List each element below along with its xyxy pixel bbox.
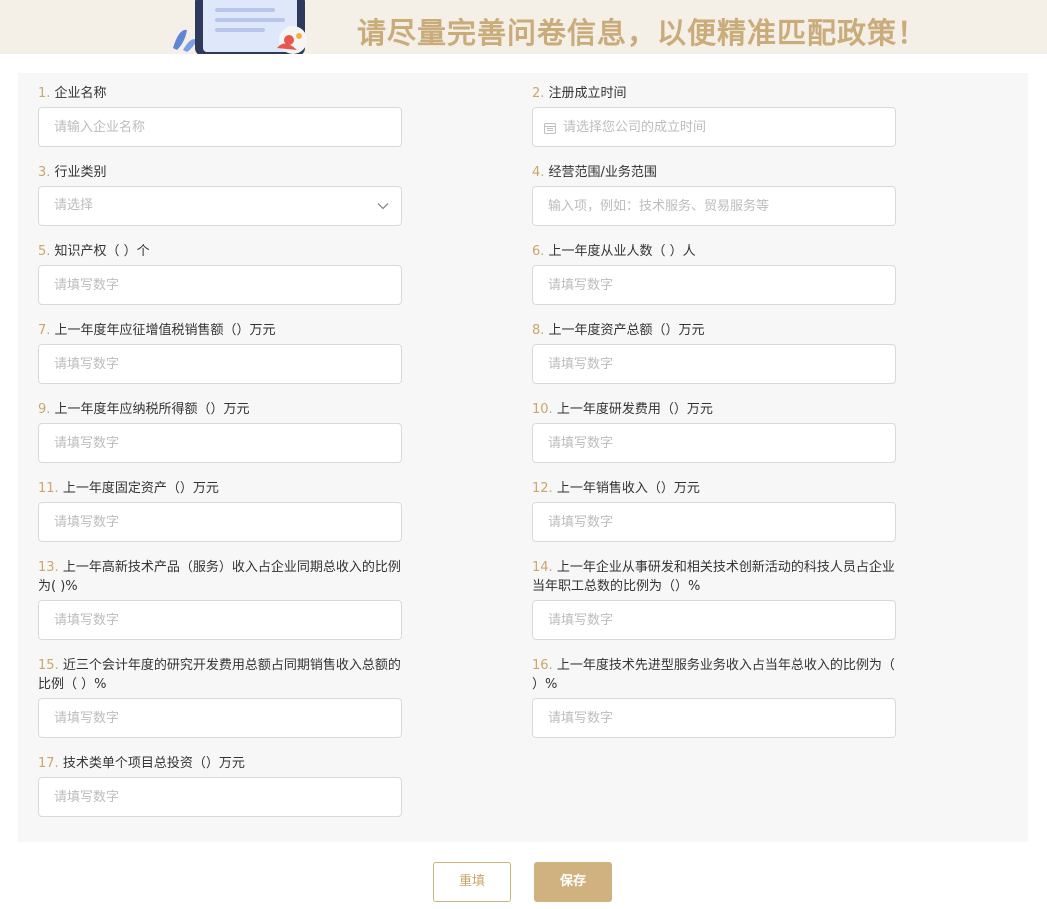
field-label: 10. 上一年度研发费用（）万元 xyxy=(532,402,713,417)
field-label: 14. 上一年企业从事研发和相关技术创新活动的科技人员占企业当年职工总数的比例为… xyxy=(532,560,895,594)
ip-count-input[interactable] xyxy=(39,266,401,304)
hitech-revenue-ratio-input[interactable] xyxy=(39,601,401,639)
input-box[interactable] xyxy=(532,344,896,384)
field-fixed-assets: 11. 上一年度固定资产（）万元 xyxy=(38,479,402,542)
field-taxable-income: 9. 上一年度年应纳税所得额（）万元 xyxy=(38,400,402,463)
taxable-income-input[interactable] xyxy=(39,424,401,462)
field-sales-revenue: 12. 上一年销售收入（）万元 xyxy=(532,479,896,542)
field-label: 17. 技术类单个项目总投资（）万元 xyxy=(38,756,245,771)
select-placeholder: 请选择 xyxy=(54,198,94,213)
field-label: 1. 企业名称 xyxy=(38,86,107,101)
save-button[interactable]: 保存 xyxy=(534,862,612,902)
rd-expense-ratio-input[interactable] xyxy=(39,699,401,737)
field-rd-expense: 10. 上一年度研发费用（）万元 xyxy=(532,400,896,463)
input-box[interactable] xyxy=(38,344,402,384)
field-label: 9. 上一年度年应纳税所得额（）万元 xyxy=(38,402,250,417)
input-box[interactable] xyxy=(532,423,896,463)
field-business-scope: 4. 经营范围/业务范围 xyxy=(532,163,896,226)
company-name-input[interactable] xyxy=(39,108,401,146)
document-illustration-icon xyxy=(173,0,307,54)
field-label: 7. 上一年度年应征增值税销售额（）万元 xyxy=(38,323,276,338)
top-banner: 请尽量完善问卷信息，以便精准匹配政策！ xyxy=(0,0,1047,54)
input-box[interactable] xyxy=(38,600,402,640)
field-label: 11. 上一年度固定资产（）万元 xyxy=(38,481,219,496)
input-box[interactable] xyxy=(532,698,896,738)
field-registration-date: 2. 注册成立时间 xyxy=(532,84,896,147)
input-box[interactable] xyxy=(532,107,896,147)
field-label: 15. 近三个会计年度的研究开发费用总额占同期销售收入总额的比例（ ）% xyxy=(38,658,401,692)
field-project-investment: 17. 技术类单个项目总投资（）万元 xyxy=(38,754,402,817)
project-investment-input[interactable] xyxy=(39,778,401,816)
chevron-down-icon xyxy=(377,203,389,210)
business-scope-input[interactable] xyxy=(533,187,895,225)
service-revenue-ratio-input[interactable] xyxy=(533,699,895,737)
reset-button[interactable]: 重填 xyxy=(433,862,511,902)
field-label: 6. 上一年度从业人数（ ）人 xyxy=(532,244,696,259)
input-box[interactable] xyxy=(38,265,402,305)
input-box[interactable] xyxy=(38,107,402,147)
input-box[interactable] xyxy=(38,698,402,738)
fixed-assets-input[interactable] xyxy=(39,503,401,541)
employee-count-input[interactable] xyxy=(533,266,895,304)
sales-revenue-input[interactable] xyxy=(533,503,895,541)
field-label: 4. 经营范围/业务范围 xyxy=(532,165,657,180)
rd-staff-ratio-input[interactable] xyxy=(533,601,895,639)
input-box[interactable] xyxy=(532,600,896,640)
total-assets-input[interactable] xyxy=(533,345,895,383)
field-label: 2. 注册成立时间 xyxy=(532,86,627,101)
field-service-revenue-ratio: 16. 上一年度技术先进型服务业务收入占当年总收入的比例为（ ）% xyxy=(532,656,896,738)
field-vat-sales: 7. 上一年度年应征增值税销售额（）万元 xyxy=(38,321,402,384)
input-box[interactable] xyxy=(38,502,402,542)
field-industry-category: 3. 行业类别 请选择 xyxy=(38,163,402,226)
field-rd-staff-ratio: 14. 上一年企业从事研发和相关技术创新活动的科技人员占企业当年职工总数的比例为… xyxy=(532,558,896,640)
input-box[interactable] xyxy=(532,186,896,226)
field-label: 13. 上一年高新技术产品（服务）收入占企业同期总收入的比例为( )% xyxy=(38,560,401,594)
field-total-assets: 8. 上一年度资产总额（）万元 xyxy=(532,321,896,384)
field-rd-expense-ratio: 15. 近三个会计年度的研究开发费用总额占同期销售收入总额的比例（ ）% xyxy=(38,656,402,738)
input-box[interactable] xyxy=(38,777,402,817)
field-company-name: 1. 企业名称 xyxy=(38,84,402,147)
field-hitech-revenue-ratio: 13. 上一年高新技术产品（服务）收入占企业同期总收入的比例为( )% xyxy=(38,558,402,640)
registration-date-input[interactable] xyxy=(533,108,895,146)
field-label: 3. 行业类别 xyxy=(38,165,107,180)
field-employee-count: 6. 上一年度从业人数（ ）人 xyxy=(532,242,896,305)
rd-expense-input[interactable] xyxy=(533,424,895,462)
field-label: 12. 上一年销售收入（）万元 xyxy=(532,481,700,496)
input-box[interactable] xyxy=(532,265,896,305)
vat-sales-input[interactable] xyxy=(39,345,401,383)
input-box[interactable] xyxy=(38,423,402,463)
industry-category-select[interactable]: 请选择 xyxy=(38,186,402,226)
field-ip-count: 5. 知识产权（ ）个 xyxy=(38,242,402,305)
field-label: 5. 知识产权（ ）个 xyxy=(38,244,150,259)
field-label: 16. 上一年度技术先进型服务业务收入占当年总收入的比例为（ ）% xyxy=(532,658,895,692)
field-label: 8. 上一年度资产总额（）万元 xyxy=(532,323,705,338)
input-box[interactable] xyxy=(532,502,896,542)
banner-title: 请尽量完善问卷信息，以便精准匹配政策！ xyxy=(357,16,928,50)
